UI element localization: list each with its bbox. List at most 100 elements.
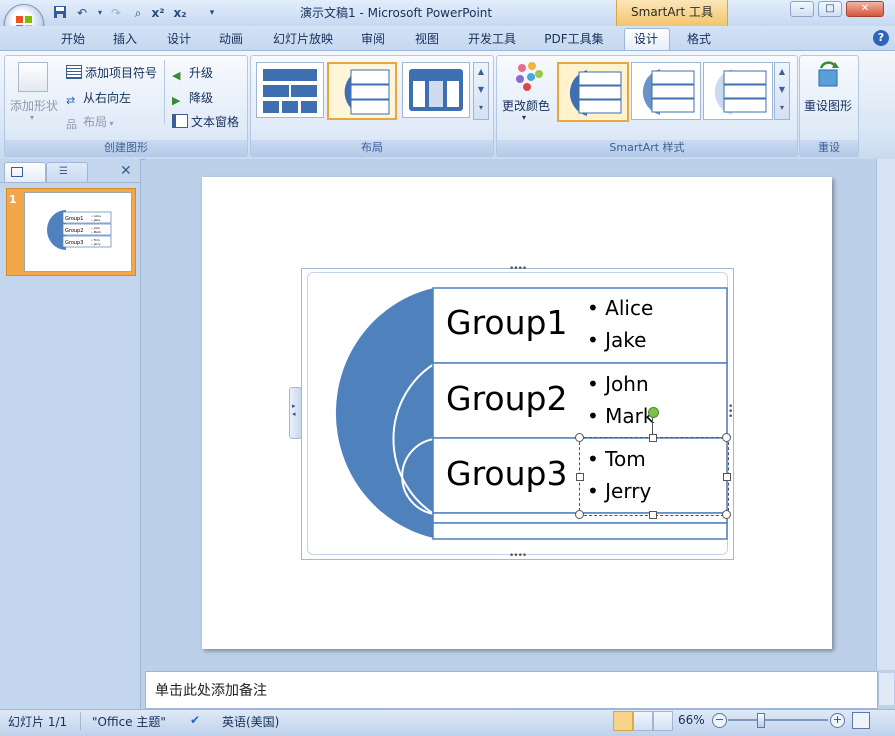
zoom-out-icon[interactable]: − (712, 713, 727, 728)
bullet-text: Mark (605, 404, 655, 428)
layout-option-1[interactable] (256, 62, 324, 118)
style-option-2[interactable] (631, 62, 701, 120)
bullet-item[interactable]: • Alice (587, 296, 653, 320)
customize-qat-icon[interactable]: ▾ (204, 5, 220, 21)
group1-title[interactable]: Group1 (446, 303, 567, 342)
add-bullet-label: 添加项目符号 (85, 66, 158, 80)
maximize-button[interactable]: □ (818, 1, 842, 17)
tab-slideshow[interactable]: 幻灯片放映 (270, 29, 336, 49)
undo-dropdown-icon[interactable]: ▾ (92, 5, 108, 21)
fit-to-window-icon[interactable] (852, 712, 870, 729)
close-pane-icon[interactable]: ✕ (120, 163, 132, 179)
svg-text:Group2: Group2 (65, 228, 83, 234)
normal-view-icon[interactable] (613, 711, 633, 731)
group2-title[interactable]: Group2 (446, 379, 567, 418)
theme-name[interactable]: "Office 主题" (92, 713, 166, 730)
zoom-in-icon[interactable]: + (830, 713, 845, 728)
bullet-marker: • (587, 296, 599, 320)
text-pane-toggle[interactable]: ▸ ◂ (289, 387, 302, 439)
save-icon[interactable] (52, 5, 68, 21)
slide-thumbnail[interactable]: Group1 Group2 Group3 • Alice • Jake • John •… (24, 192, 132, 272)
outline-tab[interactable]: ☰ (46, 162, 88, 183)
bullet-item[interactable]: • Jake (587, 328, 646, 352)
bullet-item[interactable]: • Mark (587, 404, 654, 428)
tab-pdf-tools[interactable]: PDF工具集 (542, 29, 606, 49)
rotation-handle[interactable] (648, 407, 659, 418)
bullet-item[interactable]: • John (587, 372, 649, 396)
selected-shape-outline[interactable] (579, 437, 729, 516)
tab-review[interactable]: 审阅 (358, 29, 388, 49)
slide-thumbnail-preview: Group1Group2Group3 • Alice• Jake • John•… (47, 210, 112, 250)
slide-sorter-view-icon[interactable] (633, 711, 653, 731)
resize-handle[interactable] (575, 510, 584, 519)
right-to-left-button[interactable]: ⇄ 从右向左 (66, 89, 131, 107)
slides-tab[interactable] (4, 162, 46, 183)
demote-label: 降级 (189, 91, 214, 105)
frame-handle-top[interactable]: •••• (509, 264, 527, 274)
resize-handle[interactable] (649, 434, 657, 442)
add-shape-icon (18, 62, 48, 92)
zoom-slider-track[interactable] (728, 719, 828, 721)
layout-option-2-selected[interactable] (327, 62, 397, 120)
subscript-icon[interactable]: x₂ (172, 5, 188, 21)
resize-handle[interactable] (722, 510, 731, 519)
tab-developer[interactable]: 开发工具 (464, 29, 520, 49)
resize-handle[interactable] (722, 433, 731, 442)
arc-shape[interactable] (335, 288, 434, 538)
layouts-group-label: 布局 (251, 140, 493, 156)
notes-scrollbar[interactable] (878, 673, 894, 705)
text-pane-button[interactable]: 文本窗格 (172, 113, 239, 130)
layout-button[interactable]: 品布局 ▾ (66, 113, 114, 131)
vertical-scrollbar[interactable] (876, 159, 895, 670)
svg-text:• Mark: • Mark (91, 230, 101, 234)
tab-format[interactable]: 格式 (684, 29, 714, 49)
spellcheck-icon[interactable]: ✔ (190, 713, 200, 727)
superscript-icon[interactable]: x² (150, 5, 166, 21)
styles-gallery-scroll[interactable]: ▲ ▼ ▾ (774, 62, 790, 120)
style-option-3[interactable] (703, 62, 773, 120)
close-button[interactable]: ✕ (846, 1, 884, 17)
tab-view[interactable]: 视图 (412, 29, 442, 49)
add-shape-dropdown-icon[interactable]: ▾ (30, 113, 34, 122)
empty-row-2[interactable] (432, 522, 728, 540)
tab-smartart-design[interactable]: 设计 (630, 29, 662, 49)
right-to-left-label: 从右向左 (83, 91, 132, 105)
add-bullet-button[interactable]: 添加项目符号 (66, 64, 157, 81)
change-colors-button[interactable]: 更改颜色 (502, 97, 550, 114)
resize-handle[interactable] (575, 433, 584, 442)
notes-placeholder[interactable]: 单击此处添加备注 (155, 680, 267, 700)
zoom-slider-thumb[interactable] (757, 713, 765, 728)
slideshow-view-icon[interactable] (653, 711, 673, 731)
print-preview-icon[interactable]: ⌕ (130, 5, 146, 21)
minimize-button[interactable]: – (790, 1, 814, 17)
tab-animation[interactable]: 动画 (216, 29, 246, 49)
change-colors-dropdown-icon[interactable]: ▾ (522, 113, 526, 122)
layout-option-3[interactable] (402, 62, 470, 118)
redo-icon[interactable]: ↷ (108, 5, 124, 21)
tab-design[interactable]: 设计 (164, 29, 194, 49)
contextual-tab-title: SmartArt 工具 (616, 0, 728, 26)
bullet-marker: • (587, 372, 599, 396)
tab-home[interactable]: 开始 (58, 29, 88, 49)
add-shape-button[interactable]: 添加形状 (10, 97, 58, 114)
resize-handle[interactable] (723, 473, 731, 481)
style-option-1-selected[interactable] (557, 62, 629, 122)
svg-text:• Jake: • Jake (91, 218, 100, 222)
resize-handle[interactable] (576, 473, 584, 481)
style-moderate-icon (642, 69, 695, 115)
frame-handle-bottom[interactable]: •••• (509, 551, 527, 561)
language-indicator[interactable]: 英语(美国) (222, 713, 279, 730)
undo-icon[interactable]: ↶ (74, 5, 90, 21)
layout-table-list-icon (409, 69, 463, 111)
promote-button[interactable]: ◀ 升级 (172, 64, 213, 82)
help-icon[interactable]: ? (873, 30, 889, 46)
group3-title[interactable]: Group3 (446, 454, 567, 493)
reset-graphic-button[interactable]: 重设图形 (804, 97, 852, 114)
tab-insert[interactable]: 插入 (110, 29, 140, 49)
separator (164, 60, 165, 124)
layouts-gallery-scroll[interactable]: ▲ ▼ ▾ (473, 62, 489, 120)
zoom-level[interactable]: 66% (678, 713, 705, 727)
resize-handle[interactable] (649, 511, 657, 519)
demote-button[interactable]: ▶ 降级 (172, 89, 213, 107)
bullet-text: John (605, 372, 649, 396)
